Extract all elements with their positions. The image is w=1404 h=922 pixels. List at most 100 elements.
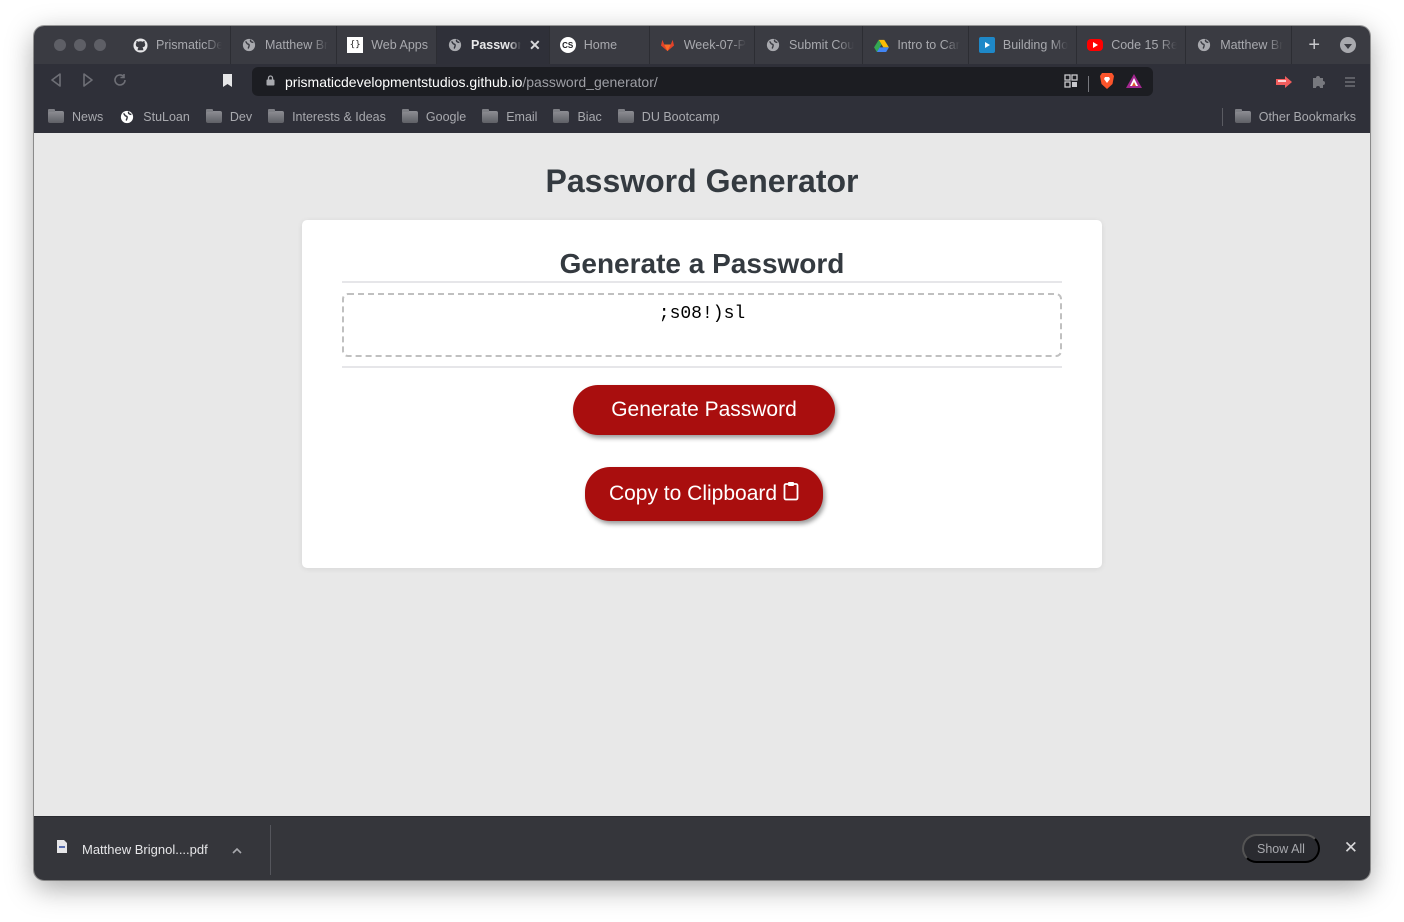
minimize-window-button[interactable] bbox=[74, 39, 86, 51]
browser-toolbar: prismaticdevelopmentstudios.github.io/pa… bbox=[34, 64, 1370, 100]
close-shelf-icon[interactable]: ✕ bbox=[1344, 838, 1358, 858]
password-card: Generate a Password ;s08!)sl Generate Pa… bbox=[302, 220, 1102, 568]
bookmarks-bar: News StuLoan Dev Interests & Ideas Googl… bbox=[34, 100, 1370, 133]
folder-icon bbox=[268, 108, 285, 125]
video-icon bbox=[978, 37, 995, 53]
folder-icon bbox=[617, 108, 634, 125]
download-item[interactable]: Matthew Brignol....pdf bbox=[56, 817, 242, 880]
youtube-icon bbox=[1087, 39, 1104, 51]
globe-icon bbox=[765, 37, 781, 53]
maximize-window-button[interactable] bbox=[94, 39, 106, 51]
bookmark-news[interactable]: News bbox=[48, 108, 104, 125]
globe-icon bbox=[119, 109, 135, 125]
lock-icon[interactable] bbox=[266, 73, 275, 91]
brave-rewards-icon[interactable] bbox=[1125, 73, 1143, 94]
bookmark-google[interactable]: Google bbox=[401, 108, 467, 125]
url-text[interactable]: prismaticdevelopmentstudios.github.io/pa… bbox=[285, 74, 658, 90]
copy-to-clipboard-button[interactable]: Copy to Clipboard bbox=[585, 467, 823, 521]
tab-label: PrismaticDe bbox=[156, 38, 222, 52]
tab-label: Week-07-P bbox=[683, 38, 747, 52]
google-drive-icon bbox=[873, 37, 889, 53]
forward-button[interactable] bbox=[72, 73, 104, 91]
page-title: Password Generator bbox=[545, 163, 859, 199]
bookmark-stuloan[interactable]: StuLoan bbox=[119, 109, 190, 125]
github-icon bbox=[132, 37, 148, 53]
tab-label: Submit Cou bbox=[789, 38, 855, 52]
qr-code-icon[interactable] bbox=[1064, 74, 1078, 93]
bookmark-label: News bbox=[72, 109, 104, 124]
bookmarks-divider bbox=[1221, 107, 1223, 126]
pdf-file-icon bbox=[56, 839, 68, 859]
generate-button-label: Generate Password bbox=[611, 398, 797, 421]
url-host: prismaticdevelopmentstudios.github.io bbox=[285, 73, 523, 90]
brave-shields-icon[interactable] bbox=[1099, 72, 1115, 95]
tab-password-generator[interactable]: Passwor ✕ bbox=[436, 26, 550, 64]
tab-label: Matthew Br bbox=[1220, 38, 1284, 52]
download-shelf: Matthew Brignol....pdf Show All ✕ bbox=[34, 816, 1370, 880]
copy-button-label: Copy to Clipboard bbox=[608, 482, 778, 505]
extension-arrow-icon[interactable] bbox=[1275, 75, 1293, 93]
tab-web-apps[interactable]: {} Web Apps bbox=[337, 26, 437, 64]
bookmark-label: StuLoan bbox=[143, 109, 190, 124]
show-all-downloads-button[interactable]: Show All bbox=[1242, 834, 1320, 863]
tab-label: Home bbox=[583, 38, 618, 52]
window-controls bbox=[54, 39, 106, 51]
reload-button[interactable] bbox=[104, 73, 136, 91]
tab-submit-course[interactable]: Submit Cou bbox=[755, 26, 864, 64]
braces-icon: {} bbox=[347, 37, 364, 53]
new-tab-button[interactable]: + bbox=[1308, 34, 1320, 57]
tab-matthew-2[interactable]: Matthew Br bbox=[1186, 26, 1293, 64]
bookmark-label: Google bbox=[425, 109, 467, 124]
menu-icon[interactable] bbox=[1344, 75, 1356, 93]
tab-building[interactable]: Building Mo bbox=[969, 26, 1078, 64]
tab-label: Passwor bbox=[470, 38, 521, 52]
bookmark-label: DU Bootcamp bbox=[641, 109, 720, 124]
close-tab-icon[interactable]: ✕ bbox=[529, 37, 541, 54]
card-header: Generate a Password bbox=[342, 248, 1062, 283]
folder-icon bbox=[401, 108, 418, 125]
tab-search-icon[interactable] bbox=[1340, 37, 1356, 53]
bookmark-icon[interactable] bbox=[222, 73, 234, 89]
password-output[interactable]: ;s08!)sl bbox=[342, 293, 1062, 357]
tab-home[interactable]: CS Home bbox=[550, 26, 650, 64]
bookmark-dev[interactable]: Dev bbox=[205, 108, 253, 125]
tab-code-15[interactable]: Code 15 Re bbox=[1077, 26, 1187, 64]
folder-icon bbox=[553, 108, 570, 125]
tab-label: Building Mo bbox=[1002, 38, 1069, 52]
extensions-puzzle-icon[interactable] bbox=[1311, 74, 1326, 94]
bookmark-du-bootcamp[interactable]: DU Bootcamp bbox=[617, 108, 720, 125]
download-divider bbox=[270, 825, 271, 875]
tab-week-07[interactable]: Week-07-P bbox=[650, 26, 756, 64]
bookmark-biac[interactable]: Biac bbox=[553, 108, 602, 125]
url-divider bbox=[1088, 75, 1089, 92]
globe-icon bbox=[447, 37, 463, 53]
folder-icon bbox=[48, 108, 64, 125]
tab-prismatic[interactable]: PrismaticDe bbox=[122, 26, 231, 64]
browser-window: PrismaticDe Matthew Br {} Web Apps Passw… bbox=[34, 26, 1370, 880]
bookmark-label: Email bbox=[506, 109, 538, 124]
tab-label: Intro to Car bbox=[897, 38, 960, 52]
address-bar[interactable]: prismaticdevelopmentstudios.github.io/pa… bbox=[252, 67, 1153, 96]
cs-icon: CS bbox=[559, 37, 576, 53]
globe-icon bbox=[241, 37, 257, 53]
tab-intro-to-career[interactable]: Intro to Car bbox=[863, 26, 969, 64]
tab-label: Code 15 Re bbox=[1111, 38, 1178, 52]
bookmark-interests-ideas[interactable]: Interests & Ideas bbox=[268, 108, 386, 125]
tab-label: Web Apps bbox=[371, 38, 428, 52]
back-button[interactable] bbox=[40, 73, 72, 91]
chevron-up-icon[interactable] bbox=[232, 842, 242, 857]
page-viewport: Password Generator Generate a Password ;… bbox=[34, 133, 1370, 816]
folder-icon bbox=[1234, 108, 1251, 125]
clipboard-icon bbox=[783, 481, 799, 507]
generate-password-button[interactable]: Generate Password bbox=[573, 385, 835, 435]
bookmark-label: Dev bbox=[229, 109, 253, 124]
bookmark-label: Interests & Ideas bbox=[292, 109, 386, 124]
globe-icon bbox=[1196, 37, 1212, 53]
url-path: /password_generator/ bbox=[522, 73, 658, 90]
tab-matthew-1[interactable]: Matthew Br bbox=[231, 26, 338, 64]
other-bookmarks[interactable]: Other Bookmarks bbox=[1234, 108, 1356, 125]
close-window-button[interactable] bbox=[54, 39, 66, 51]
bookmark-label: Biac bbox=[577, 109, 602, 124]
download-file-name: Matthew Brignol....pdf bbox=[82, 841, 208, 857]
bookmark-email[interactable]: Email bbox=[482, 108, 538, 125]
